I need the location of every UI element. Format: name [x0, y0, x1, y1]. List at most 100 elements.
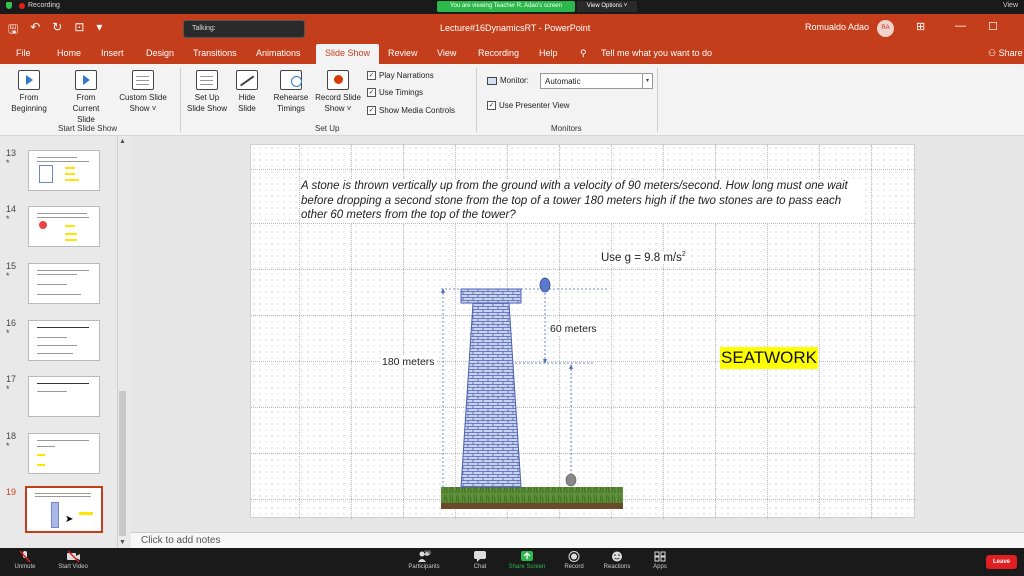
- record-slide-show-button[interactable]: Record Slide Show ˅: [312, 70, 364, 114]
- use-timings-checkbox[interactable]: ✓ Use Timings: [367, 88, 423, 97]
- rehearse-icon: [280, 70, 302, 90]
- slide-thumbnail-panel: 13 * 14 * 15 * 16 * 17 * 18 * 19 ➤ ▲ ▼: [0, 136, 131, 548]
- set-up-slide-show-button[interactable]: Set Up Slide Show: [184, 70, 230, 114]
- ribbon-separator: [180, 68, 181, 132]
- ribbon: From Beginning From Current Slide Custom S…: [0, 64, 1024, 136]
- rehearse-timings-button[interactable]: Rehearse Timings: [270, 70, 312, 114]
- start-video-button[interactable]: Start Video: [48, 550, 98, 570]
- custom-show-icon: [132, 70, 154, 90]
- from-current-slide-button[interactable]: From Current Slide: [64, 70, 108, 125]
- slide-thumbnail-17[interactable]: [28, 376, 100, 417]
- tell-me-search[interactable]: Tell me what you want to do: [601, 48, 712, 58]
- save-icon[interactable]: 🖫: [8, 20, 18, 41]
- chevron-up-icon[interactable]: ▲: [119, 138, 126, 145]
- show-media-controls-checkbox[interactable]: ✓ Show Media Controls: [367, 106, 455, 115]
- share-button[interactable]: ⚇ Share: [988, 48, 1023, 59]
- use-presenter-view-checkbox[interactable]: ✓ Use Presenter View: [487, 101, 570, 110]
- avatar[interactable]: RA: [877, 20, 894, 37]
- ribbon-separator: [476, 68, 477, 132]
- unmute-button[interactable]: Unmute: [0, 550, 50, 570]
- view-options-button[interactable]: View Options ˅: [577, 1, 637, 12]
- group-start-slide-show: Start Slide Show: [58, 124, 118, 133]
- play-icon: [75, 70, 97, 90]
- record-icon: [327, 70, 349, 90]
- title-bar: 🖫 ↶ ↻ ⊡ ▾ Talking: Lecture#16DynamicsRT …: [0, 14, 1024, 44]
- stone-top: [539, 277, 551, 293]
- zoom-control-bar: Unmute Start Video 29 Participants Chat …: [0, 548, 1024, 576]
- ribbon-display-icon[interactable]: ⊞: [916, 20, 925, 33]
- custom-slide-show-button[interactable]: Custom Slide Show ˅: [114, 70, 172, 114]
- slide-thumbnail-19[interactable]: ➤: [25, 486, 103, 533]
- chat-button[interactable]: Chat: [455, 551, 505, 570]
- group-set-up: Set Up: [315, 124, 340, 133]
- record-icon: [568, 551, 580, 562]
- maximize-icon[interactable]: ☐: [988, 20, 998, 33]
- hide-slide-icon: [236, 70, 258, 90]
- talking-indicator: Talking:: [183, 20, 305, 38]
- slide-thumbnail-13[interactable]: [28, 150, 100, 191]
- participants-icon: 29: [410, 551, 438, 562]
- undo-icon[interactable]: ↶: [30, 20, 40, 41]
- tab-slide-show[interactable]: Slide Show: [316, 44, 380, 64]
- slide-thumbnail-18[interactable]: [28, 433, 100, 474]
- slide-number: 15 *: [6, 261, 17, 281]
- video-off-icon: [67, 550, 80, 563]
- chevron-down-icon[interactable]: ▼: [119, 539, 126, 546]
- apps-icon: [654, 551, 666, 562]
- record-dot-icon: [19, 2, 25, 9]
- monitor-label: Monitor:: [487, 76, 529, 85]
- slide-number: 16 *: [6, 318, 17, 338]
- play-icon: [18, 70, 40, 90]
- cursor-icon: ➤: [65, 514, 74, 525]
- problem-statement: A stone is thrown vertically up from the…: [301, 179, 861, 223]
- share-screen-button[interactable]: Share Screen: [502, 551, 552, 570]
- tab-review[interactable]: Review: [388, 48, 418, 58]
- chat-icon: [474, 551, 486, 562]
- tab-insert[interactable]: Insert: [101, 48, 124, 58]
- tab-design[interactable]: Design: [146, 48, 174, 58]
- ribbon-separator: [657, 68, 658, 132]
- slide-thumbnail-14[interactable]: [28, 206, 100, 247]
- apps-button[interactable]: Apps: [635, 551, 685, 570]
- tab-recording[interactable]: Recording: [478, 48, 519, 58]
- distance-60-label: 60 meters: [549, 323, 598, 335]
- viewing-banner: You are viewing Teacher R. Adao's screen: [437, 1, 575, 12]
- tab-home[interactable]: Home: [57, 48, 81, 58]
- current-slide[interactable]: A stone is thrown vertically up from the…: [250, 144, 916, 519]
- user-name[interactable]: Romualdo Adao: [805, 22, 869, 32]
- present-icon[interactable]: ⊡: [74, 20, 84, 41]
- tab-animations[interactable]: Animations: [256, 48, 301, 58]
- recording-label: Recording: [28, 2, 60, 9]
- slide-thumbnail-16[interactable]: [28, 320, 100, 361]
- share-screen-icon: [521, 551, 533, 562]
- play-narrations-checkbox[interactable]: ✓ Play Narrations: [367, 71, 434, 80]
- quick-access-toolbar: 🖫 ↶ ↻ ⊡ ▾: [8, 20, 102, 41]
- participants-button[interactable]: 29 Participants: [399, 551, 449, 570]
- scrollbar-thumb[interactable]: [119, 391, 126, 536]
- redo-icon[interactable]: ↻: [52, 20, 62, 41]
- slide-number: 14 *: [6, 204, 17, 224]
- tab-view[interactable]: View: [437, 48, 456, 58]
- chevron-down-icon: ▾: [642, 74, 652, 88]
- tab-transitions[interactable]: Transitions: [193, 48, 237, 58]
- hide-slide-button[interactable]: Hide Slide: [232, 70, 262, 114]
- document-title: Lecture#16DynamicsRT - PowerPoint: [440, 23, 591, 33]
- mic-muted-icon: [19, 550, 31, 563]
- minimize-icon[interactable]: —: [955, 20, 966, 32]
- shield-icon: [6, 2, 12, 9]
- from-beginning-button[interactable]: From Beginning: [8, 70, 50, 114]
- customize-qat-icon[interactable]: ▾: [96, 20, 102, 41]
- zoom-top-bar: Recording You are viewing Teacher R. Ada…: [0, 0, 1024, 14]
- slide-thumbnail-15[interactable]: [28, 263, 100, 304]
- tab-help[interactable]: Help: [539, 48, 558, 58]
- tab-file[interactable]: File: [16, 48, 31, 58]
- leave-button[interactable]: Leave: [986, 555, 1017, 569]
- group-monitors: Monitors: [551, 124, 582, 133]
- monitor-select[interactable]: Automatic ▾: [540, 73, 653, 89]
- thumbnail-scrollbar[interactable]: ▲ ▼: [117, 136, 127, 548]
- notes-pane[interactable]: Click to add notes: [131, 532, 1024, 548]
- height-180-label: 180 meters: [381, 356, 436, 368]
- view-button[interactable]: View: [1003, 2, 1018, 9]
- tower-body: [460, 302, 522, 488]
- recording-indicator: Recording: [6, 2, 60, 9]
